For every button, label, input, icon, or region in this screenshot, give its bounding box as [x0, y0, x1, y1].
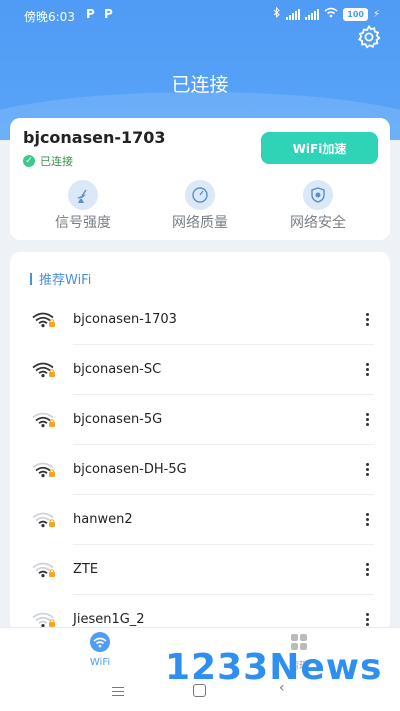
status-time: 傍晚6:03 — [24, 10, 75, 24]
wifi-boost-button[interactable]: WiFi加速 — [261, 132, 378, 164]
menu-icon[interactable] — [112, 687, 124, 699]
wifi-list-item[interactable]: bjconasen-5G — [10, 395, 390, 445]
charging-icon: ⚡ — [372, 8, 380, 20]
cell-signal-icon — [286, 8, 301, 20]
wifi-status-icon — [324, 7, 338, 21]
section-bar — [30, 272, 32, 285]
wifi-signal-icon — [32, 362, 56, 382]
wifi-signal-icon — [32, 412, 56, 432]
connection-status: ✓ 已连接 — [23, 153, 73, 169]
wifi-name: hanwen2 — [73, 512, 133, 527]
wifi-signal-icon — [32, 312, 56, 332]
more-options-icon[interactable] — [360, 307, 374, 331]
wifi-signal-icon — [32, 562, 56, 582]
page-title: 已连接 — [171, 74, 229, 96]
wifi-signal-icon — [32, 462, 56, 482]
shield-icon — [303, 180, 333, 210]
status-icons: 100 ⚡ — [273, 6, 380, 21]
connection-status-label: 已连接 — [40, 155, 73, 168]
feature-network-quality[interactable]: 网络质量 — [145, 180, 255, 232]
feature-label: 网络安全 — [290, 215, 346, 231]
feature-signal-strength[interactable]: 信号强度 — [28, 180, 138, 232]
bluetooth-icon — [273, 6, 281, 21]
wifi-list-item[interactable]: bjconasen-SC — [10, 345, 390, 395]
recommend-card: 推荐WiFi bjconasen-1703 bjconasen-SC bjconas… — [10, 252, 390, 632]
wifi-list-item[interactable]: bjconasen-DH-5G — [10, 445, 390, 495]
more-options-icon[interactable] — [360, 407, 374, 431]
satellite-dish-icon — [68, 180, 98, 210]
status-bar: 傍晚6:03 P P 100 ⚡ — [0, 0, 400, 30]
connected-ssid: bjconasen-1703 — [23, 128, 166, 147]
wifi-name: bjconasen-5G — [73, 412, 163, 427]
more-options-icon[interactable] — [360, 507, 374, 531]
check-icon: ✓ — [23, 155, 35, 167]
connected-card: bjconasen-1703 ✓ 已连接 WiFi加速 信号强度 网络质量 网络… — [10, 118, 390, 240]
notification-p-icon: P — [86, 7, 95, 21]
wifi-name: bjconasen-DH-5G — [73, 462, 187, 477]
feature-label: 信号强度 — [55, 215, 111, 231]
wifi-name: ZTE — [73, 562, 99, 577]
wifi-list-item[interactable]: bjconasen-1703 — [10, 295, 390, 345]
tab-wifi[interactable]: WiFi — [70, 632, 130, 668]
settings-gear-icon[interactable] — [356, 24, 382, 50]
feature-label: 网络质量 — [172, 215, 228, 231]
tab-label: WiFi — [89, 657, 111, 668]
wifi-list-item[interactable]: ZTE — [10, 545, 390, 595]
wifi-name: bjconasen-1703 — [73, 312, 177, 327]
notification-p-icon: P — [104, 7, 113, 21]
more-options-icon[interactable] — [360, 357, 374, 381]
section-title-label: 推荐WiFi — [39, 273, 92, 288]
wifi-signal-icon — [32, 512, 56, 532]
wifi-list-item[interactable]: hanwen2 — [10, 495, 390, 545]
section-title: 推荐WiFi — [30, 269, 91, 288]
speedometer-icon — [185, 180, 215, 210]
wifi-icon — [70, 632, 130, 656]
feature-network-security[interactable]: 网络安全 — [263, 180, 373, 232]
more-options-icon[interactable] — [360, 457, 374, 481]
wifi-name: Jiesen1G_2 — [73, 612, 145, 627]
watermark-logo: 1233News — [165, 647, 383, 688]
battery-icon: 100 — [343, 7, 368, 21]
more-options-icon[interactable] — [360, 557, 374, 581]
cell-signal-icon — [305, 8, 320, 20]
wifi-name: bjconasen-SC — [73, 362, 162, 377]
